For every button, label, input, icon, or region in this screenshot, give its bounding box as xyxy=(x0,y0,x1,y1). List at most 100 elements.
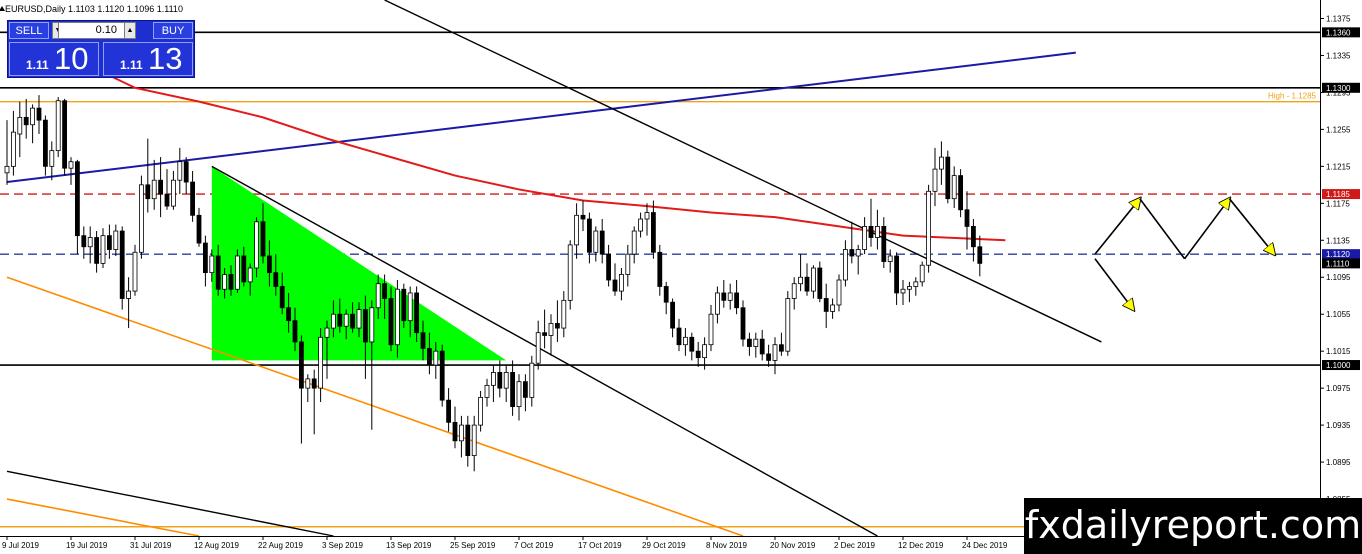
candle-down xyxy=(196,214,202,244)
candle-up xyxy=(318,336,324,389)
candle-up xyxy=(222,274,228,290)
candle-down xyxy=(689,336,695,352)
y-tick-label: 1.1135 xyxy=(1326,236,1350,245)
candle-up xyxy=(644,212,650,220)
candle-up xyxy=(503,372,509,389)
sell-button[interactable]: SELL xyxy=(9,22,49,39)
candle-down xyxy=(202,242,208,274)
candle-up xyxy=(484,384,490,398)
candle-up xyxy=(843,249,848,281)
sell-price-small: 1.11 xyxy=(26,58,49,72)
price-tag-label: 1.1120 xyxy=(1326,250,1350,259)
candle-up xyxy=(151,179,157,200)
candle-down xyxy=(497,372,503,389)
candle-down xyxy=(388,298,394,346)
candle-down xyxy=(266,255,272,274)
buy-price-big: 13 xyxy=(148,41,183,76)
candle-up xyxy=(785,298,791,352)
candle-up xyxy=(683,336,688,346)
candle-up xyxy=(638,218,643,232)
candle-up xyxy=(900,288,906,294)
buy-button[interactable]: BUY xyxy=(153,22,193,39)
candle-down xyxy=(587,218,592,253)
candle-down xyxy=(670,301,675,329)
candle-up xyxy=(126,290,131,299)
y-tick-label: 1.0935 xyxy=(1326,421,1351,430)
candle-down xyxy=(337,313,343,327)
candle-down xyxy=(36,107,42,121)
annotation-label: High - 1.1285 xyxy=(1268,92,1317,101)
candle-up xyxy=(394,288,400,346)
candle-up xyxy=(356,309,362,329)
candle-up xyxy=(715,292,720,315)
candle-up xyxy=(4,165,10,174)
candle-down xyxy=(868,226,874,238)
candle-up xyxy=(932,168,938,192)
candle-up xyxy=(324,327,330,338)
x-tick-label: 31 Jul 2019 xyxy=(130,541,172,550)
candle-down xyxy=(439,350,445,401)
candle-up xyxy=(87,237,93,248)
buy-price-button[interactable]: 1.11 13 xyxy=(103,41,193,76)
candle-up xyxy=(791,283,797,299)
y-tick-label: 1.1375 xyxy=(1326,14,1351,23)
candle-down xyxy=(542,332,547,336)
candle-up xyxy=(836,279,842,306)
x-tick-label: 7 Oct 2019 xyxy=(514,541,554,550)
candle-down xyxy=(823,298,829,312)
candle-up xyxy=(951,175,957,200)
candle-up xyxy=(170,179,176,207)
candle-down xyxy=(580,214,586,220)
candle-up xyxy=(919,264,925,283)
candle-up xyxy=(535,332,541,364)
x-tick-label: 24 Dec 2019 xyxy=(962,541,1008,550)
candle-down xyxy=(945,156,951,200)
candle-down xyxy=(734,292,739,309)
candle-up xyxy=(811,267,816,292)
x-tick-label: 25 Sep 2019 xyxy=(450,541,496,550)
x-tick-label: 9 Jul 2019 xyxy=(2,541,39,550)
time-axis: 9 Jul 2019 19 Jul 2019 31 Jul 2019 12 Aug 2… xyxy=(2,536,1008,550)
candle-down xyxy=(75,161,80,237)
candle-down xyxy=(523,381,528,398)
candle-down xyxy=(279,286,285,309)
candle-down xyxy=(298,341,304,389)
candle-down xyxy=(94,237,99,264)
y-tick-label: 1.0895 xyxy=(1326,458,1351,467)
candle-down xyxy=(804,276,810,292)
y-tick-label: 1.1335 xyxy=(1326,51,1351,60)
x-tick-label: 12 Dec 2019 xyxy=(898,541,944,550)
x-tick-label: 20 Nov 2019 xyxy=(770,541,816,550)
y-tick-label: 1.1015 xyxy=(1326,347,1351,356)
candle-down xyxy=(43,119,48,167)
candle-down xyxy=(145,184,151,200)
price-tag-label: 1.1360 xyxy=(1326,28,1351,37)
candle-up xyxy=(567,244,573,301)
x-tick-label: 2 Dec 2019 xyxy=(834,541,875,550)
candle-down xyxy=(401,288,407,322)
x-tick-label: 13 Sep 2019 xyxy=(386,541,432,550)
lot-increase-icon[interactable]: ▲ xyxy=(124,22,136,39)
candle-up xyxy=(887,255,893,262)
candle-down xyxy=(971,226,976,248)
candle-down xyxy=(62,100,67,169)
candle-down xyxy=(23,116,29,126)
candle-down xyxy=(465,424,471,457)
candle-up xyxy=(727,292,733,301)
candle-up xyxy=(10,131,16,167)
sell-price-button[interactable]: 1.11 10 xyxy=(9,41,99,76)
price-tag-label: 1.1300 xyxy=(1326,84,1351,93)
x-tick-label: 19 Jul 2019 xyxy=(66,541,108,550)
candle-up xyxy=(247,267,253,283)
candle-down xyxy=(740,307,746,340)
candle-up xyxy=(113,230,119,250)
candle-up xyxy=(855,249,861,257)
y-tick-label: 1.1255 xyxy=(1326,125,1351,134)
price-tag-label: 1.1185 xyxy=(1326,190,1350,199)
candle-up xyxy=(138,184,144,253)
candle-up xyxy=(55,100,61,152)
candle-down xyxy=(958,175,963,211)
candle-up xyxy=(561,299,567,329)
candle-down xyxy=(158,179,164,195)
sell-price-big: 10 xyxy=(54,41,89,76)
